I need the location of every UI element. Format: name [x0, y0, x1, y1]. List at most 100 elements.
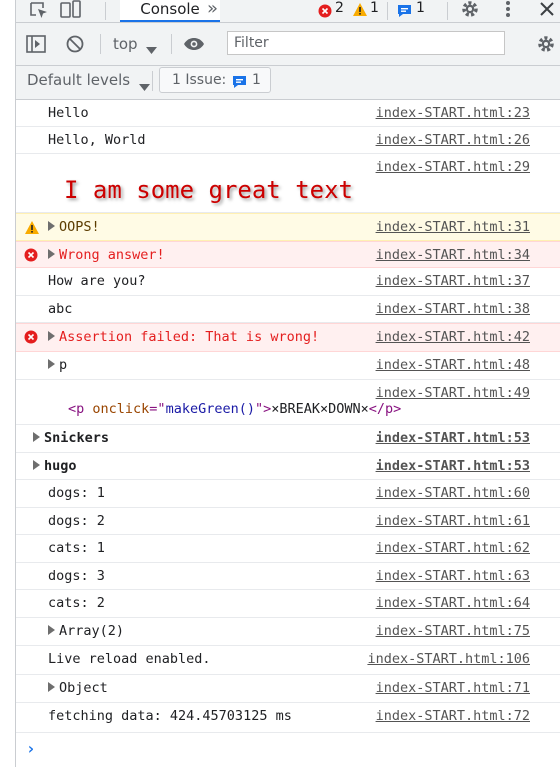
levels-separator	[152, 71, 153, 91]
source-link[interactable]: index-START.html:63	[376, 568, 530, 584]
source-link[interactable]: index-START.html:62	[376, 540, 530, 556]
source-link[interactable]: index-START.html:49	[376, 385, 530, 401]
counter-separator	[387, 2, 388, 20]
expand-triangle-icon[interactable]	[48, 625, 55, 635]
source-link[interactable]: index-START.html:53	[376, 458, 530, 474]
expand-triangle-icon[interactable]	[48, 221, 55, 231]
tag-close: </p>	[368, 401, 402, 417]
source-link[interactable]: index-START.html:31	[376, 219, 530, 235]
issues-label: 1 Issue:	[172, 72, 227, 88]
styled-message-text: I am some great text	[64, 176, 353, 204]
issues-button[interactable]: 1 Issue: 1	[159, 67, 271, 93]
log-levels-label: Default levels	[27, 71, 131, 89]
source-link[interactable]: index-START.html:64	[376, 595, 530, 611]
console-message: Live reload enabled. index-START.html:10…	[16, 646, 560, 675]
console-warning[interactable]: OOPS! index-START.html:31	[16, 213, 560, 241]
issue-count: 1	[252, 72, 261, 88]
console-message: cats: 1 index-START.html:62	[16, 535, 560, 563]
message-text: fetching data: 424.45703125 ms	[48, 708, 292, 724]
console-prompt-icon[interactable]: ›	[26, 739, 36, 758]
console-error[interactable]: Wrong answer! index-START.html:34	[16, 241, 560, 268]
message-text: p	[48, 357, 67, 373]
context-selector-label: top	[113, 35, 138, 53]
toolbar-separator	[100, 34, 101, 54]
message-text: dogs: 2	[48, 513, 105, 529]
source-link[interactable]: index-START.html:72	[376, 708, 530, 724]
group-label: hugo	[33, 458, 77, 474]
source-link[interactable]: index-START.html:34	[376, 247, 530, 263]
source-link[interactable]: index-START.html:48	[376, 357, 530, 373]
message-text: cats: 1	[48, 540, 105, 556]
group-label: Snickers	[33, 430, 109, 446]
group-triangle-icon[interactable]	[33, 432, 40, 442]
warning-count: 1	[370, 0, 379, 16]
source-link[interactable]: index-START.html:37	[376, 273, 530, 289]
source-link[interactable]: index-START.html:23	[376, 105, 530, 121]
group-text: hugo	[44, 458, 77, 474]
console-settings-gear-icon[interactable]	[536, 34, 556, 58]
close-devtools-icon[interactable]	[540, 1, 554, 20]
console-message: abc index-START.html:38	[16, 296, 560, 323]
more-tabs-button[interactable]: »	[207, 0, 218, 19]
object-text: p	[59, 357, 68, 373]
settings-gear-icon[interactable]	[460, 0, 480, 23]
console-message-styled: index-START.html:29 I am some great text	[16, 154, 560, 213]
console-message[interactable]: p index-START.html:48	[16, 352, 560, 380]
tabbar-separator-2	[447, 2, 448, 20]
console-message: fetching data: 424.45703125 ms index-STA…	[16, 703, 560, 733]
message-text: OOPS!	[48, 219, 100, 235]
expand-triangle-icon[interactable]	[48, 249, 55, 259]
console-error[interactable]: Assertion failed: That is wrong! index-S…	[16, 323, 560, 352]
message-text: Hello	[48, 105, 89, 121]
chevron-down-icon	[146, 40, 157, 59]
source-link[interactable]: index-START.html:71	[376, 680, 530, 696]
expand-triangle-icon[interactable]	[48, 682, 55, 692]
console-group[interactable]: Snickers index-START.html:53	[16, 425, 560, 453]
console-messages: Hello index-START.html:23 Hello, World i…	[16, 100, 560, 761]
source-link[interactable]: index-START.html:75	[376, 623, 530, 639]
console-message: Hello index-START.html:23	[16, 100, 560, 127]
inspect-element-icon[interactable]	[29, 1, 49, 23]
expand-triangle-icon[interactable]	[48, 331, 55, 341]
attr-name: onclick	[92, 401, 150, 417]
tabbar-separator	[105, 2, 106, 20]
message-text: Array(2)	[48, 623, 124, 639]
source-link[interactable]: index-START.html:60	[376, 485, 530, 501]
console-message-element: index-START.html:49 <p onclick="makeGree…	[16, 380, 560, 425]
error-count: 2	[335, 0, 344, 16]
console-message[interactable]: Array(2) index-START.html:75	[16, 618, 560, 646]
error-icon	[24, 248, 38, 266]
console-message[interactable]: Object index-START.html:71	[16, 675, 560, 703]
group-triangle-icon[interactable]	[33, 460, 40, 470]
source-link[interactable]: index-START.html:29	[376, 159, 530, 175]
message-text: abc	[48, 301, 73, 317]
source-link[interactable]: index-START.html:53	[376, 430, 530, 446]
sidebar-toggle-icon[interactable]	[26, 35, 46, 57]
source-link[interactable]: index-START.html:61	[376, 513, 530, 529]
filter-input[interactable]	[227, 31, 505, 55]
dom-element-node[interactable]: <p onclick="makeGreen()">×BREAK×DOWN×</p…	[68, 401, 401, 417]
source-link[interactable]: index-START.html:106	[367, 651, 530, 667]
console-levels-bar: Default levels 1 Issue: 1	[16, 66, 560, 100]
message-text: dogs: 3	[48, 568, 105, 584]
console-message: Hello, World index-START.html:26	[16, 127, 560, 154]
message-text: Wrong answer!	[48, 247, 165, 263]
attr-value: makeGreen()	[165, 401, 255, 417]
tab-console[interactable]: Console	[120, 0, 220, 22]
source-link[interactable]: index-START.html:38	[376, 301, 530, 317]
source-link[interactable]: index-START.html:42	[376, 329, 530, 345]
group-text: Snickers	[44, 430, 110, 446]
more-options-icon[interactable]	[503, 0, 513, 23]
clear-console-icon[interactable]	[66, 35, 84, 57]
info-count: 1	[416, 0, 425, 16]
source-link[interactable]: index-START.html:26	[376, 132, 530, 148]
console-prompt-row[interactable]: ›	[16, 733, 560, 761]
console-group[interactable]: hugo index-START.html:53	[16, 453, 560, 480]
device-toolbar-icon[interactable]	[60, 0, 82, 22]
attr-eq: ="	[149, 401, 166, 417]
message-text: How are you?	[48, 273, 146, 289]
live-expression-eye-icon[interactable]	[183, 36, 205, 55]
error-count-icon	[318, 3, 332, 22]
warning-count-icon	[352, 2, 368, 21]
expand-triangle-icon[interactable]	[48, 359, 55, 369]
